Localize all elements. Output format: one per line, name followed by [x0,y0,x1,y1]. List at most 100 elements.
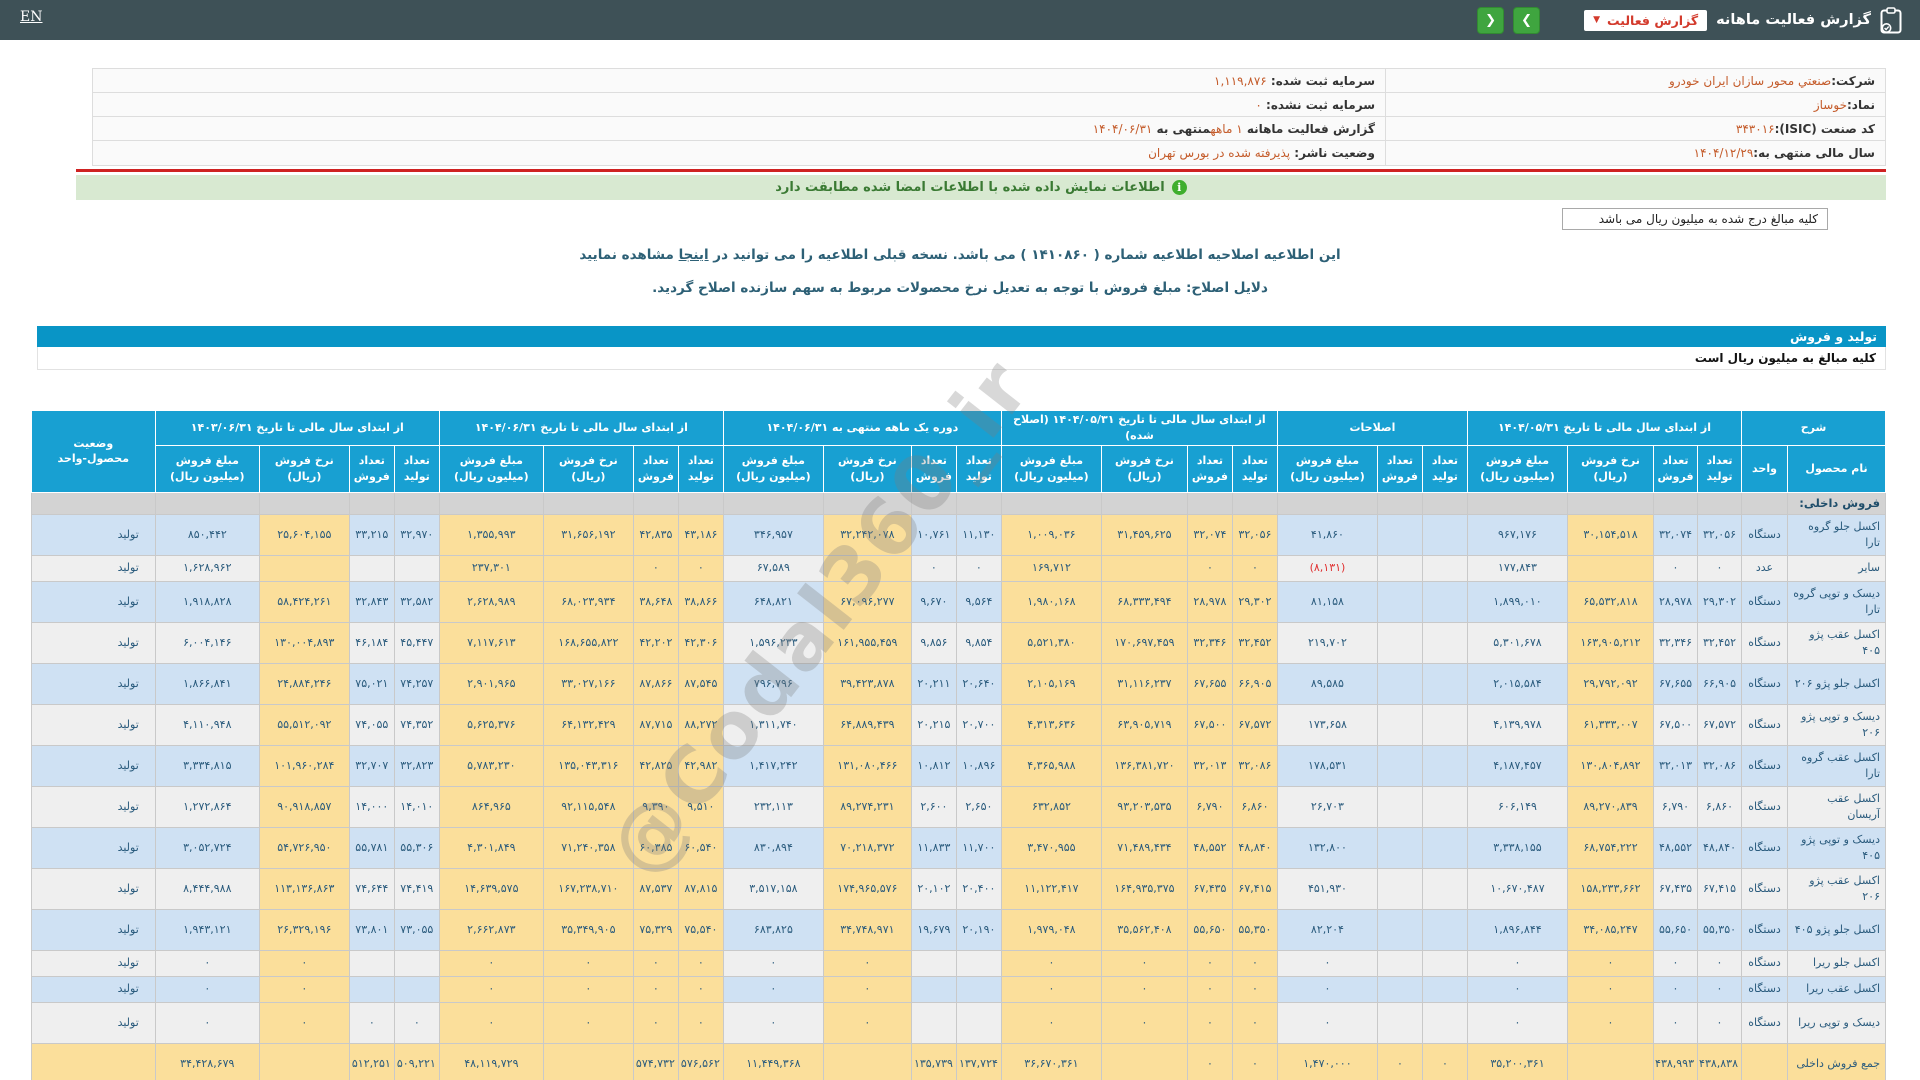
info-row: کد صنعت (ISIC): ۳۴۳۰۱۶ گزارش فعالیت ماهان… [93,117,1885,141]
info-label: گزارش فعالیت ماهانه [1242,121,1375,136]
column-header: تعداد تولید [677,444,724,493]
value-cell: ۸۲,۲۰۴ [1276,909,1378,952]
value-cell: ۰ [632,950,679,978]
unit-cell: دستگاه [1741,976,1788,1004]
value-cell [1376,786,1423,829]
column-header: تعداد فروش [348,444,395,493]
value-cell [1376,827,1423,870]
next-report-button[interactable]: ❯ [1513,6,1541,34]
value-cell: ۶۴۸,۸۲۱ [722,581,824,624]
product-name-cell: اکسل عقب پژو ۲۰۶ [1787,868,1886,911]
value-cell: ۱۳۰,۰۰۴,۸۹۳ [258,622,350,665]
value-cell: ۰ [910,555,957,583]
english-language-link[interactable]: EN [20,9,42,25]
status-cell: تولید [30,786,156,829]
value-cell: ۳۲,۳۴۶ [1186,622,1233,665]
value-cell: ۶۷,۵۷۲ [1697,704,1742,747]
report-select-label: گزارش فعالیت [1607,12,1699,28]
amendment-line1-text: این اطلاعیه اصلاحیه اطلاعیه شماره ( ۱۴۱۰… [708,247,1341,263]
table-cell [1421,491,1468,516]
column-header: تعداد تولید [1697,444,1742,493]
value-cell: ۱,۳۵۵,۹۹۳ [438,514,544,557]
info-label: نماد: [1846,97,1875,112]
value-cell: ۰ [1466,976,1569,1004]
value-cell: ۵۴,۷۲۶,۹۵۰ [258,827,350,870]
info-cell: وضعیت ناشر: پذیرفته شده در بورس تهران [93,146,1385,160]
value-cell: ۶,۸۶۰ [1231,786,1278,829]
value-cell: ۰ [1466,1002,1569,1045]
product-name-cell: اکسل جلو گروه تارا [1787,514,1886,557]
value-cell: ۶۵,۵۳۲,۸۱۸ [1567,581,1654,624]
value-cell: ۶,۰۰۴,۱۴۶ [154,622,260,665]
value-cell: ۱,۲۷۲,۸۶۴ [154,786,260,829]
value-cell: ۰ [438,950,544,978]
value-cell: ۶۸۳,۸۲۵ [722,909,824,952]
value-cell: ۳۲,۰۱۳ [1186,745,1233,788]
value-cell: ۰ [1466,950,1569,978]
table-row: دیسک و توپی پژو ۲۰۶ دستگاه ۶۷,۵۷۲ ۶۷,۵۰۰ ۶۱,… [30,704,1886,747]
column-header: تعداد فروش [632,444,679,493]
value-cell: ۸۷,۸۶۶ [632,663,679,706]
value-cell: ۱۱,۸۳۳ [910,827,957,870]
value-cell: ۴۵۱,۹۳۰ [1276,868,1378,911]
info-value: ۱۴۰۴/۰۶/۳۱ [1092,121,1153,136]
value-cell: ۰ [1000,1002,1102,1045]
value-cell [348,950,395,978]
value-cell: ۰ [1231,950,1278,978]
value-cell: ۴۳۸,۸۳۸ [1697,1043,1742,1080]
value-cell: ۳۲,۴۵۲ [1231,622,1278,665]
value-cell: ۱,۴۱۷,۲۴۲ [722,745,824,788]
value-cell: ۱۱,۷۰۰ [955,827,1002,870]
column-header: تعداد فروش [910,444,957,493]
info-value: ۱ ماهه [1210,121,1243,136]
value-cell: ۲۶,۷۰۳ [1276,786,1378,829]
value-cell: ۴۸,۵۵۲ [1186,827,1233,870]
value-cell: ۴۲,۳۰۶ [677,622,724,665]
value-cell [1376,704,1423,747]
value-cell: ۳۶,۶۷۰,۳۶۱ [1000,1043,1102,1080]
value-cell: ۰ [1186,1002,1233,1045]
value-cell [258,555,350,583]
column-header: تعداد تولید [1231,444,1278,493]
unit-cell: عدد [1741,555,1788,583]
column-header: نام محصول [1787,444,1886,493]
value-cell [1376,745,1423,788]
value-cell [1421,909,1468,952]
value-cell: ۱۱,۱۳۰ [955,514,1002,557]
value-cell [910,950,957,978]
product-name-cell: سایر [1787,555,1886,583]
value-cell: ۳,۳۳۴,۸۱۵ [154,745,260,788]
value-cell: ۰ [1653,976,1698,1004]
value-cell: ۶۸,۷۵۴,۲۲۲ [1567,827,1654,870]
value-cell: ۱۳۷,۷۲۴ [955,1043,1002,1080]
value-cell [1421,514,1468,557]
column-header: مبلغ فروش (میلیون ریال) [1276,444,1378,493]
report-type-select[interactable]: گزارش فعالیت ▼ [1584,9,1708,31]
value-cell: ۰ [1100,1002,1188,1045]
column-header: تعداد فروش [1653,444,1698,493]
value-cell [1100,1043,1188,1080]
status-cell: تولید [30,663,156,706]
value-cell: ۰ [393,1002,440,1045]
value-cell: ۰ [1231,555,1278,583]
value-cell: ۶۷,۴۱۵ [1231,868,1278,911]
value-cell: ۵۱۲,۲۵۱ [348,1043,395,1080]
value-cell: ۶۸,۰۲۳,۹۳۴ [542,581,634,624]
value-cell: ۰ [258,1002,350,1045]
value-cell: ۶۶,۹۰۵ [1697,663,1742,706]
previous-notice-link[interactable]: اینجا [679,247,709,263]
value-cell [542,1043,634,1080]
value-cell: ۰ [1100,950,1188,978]
value-cell: ۱,۹۴۳,۱۲۱ [154,909,260,952]
product-name-cell: اکسل جلو ریرا [1787,950,1886,978]
previous-report-button[interactable]: ❮ [1477,6,1505,34]
value-cell: ۲۴,۸۸۴,۲۴۶ [258,663,350,706]
table-row: دیسک و توپی گروه تارا دستگاه ۲۹,۳۰۲ ۲۸,۹۷۸ ۶… [30,581,1886,624]
table-cell [348,491,395,516]
column-header: نرخ فروش (ریال) [258,444,350,493]
column-header: مبلغ فروش (میلیون ریال) [438,444,544,493]
status-cell: تولید [30,909,156,952]
value-cell: ۲,۶۲۸,۹۸۹ [438,581,544,624]
value-cell: ۸۳۰,۸۹۴ [722,827,824,870]
info-value: ۱,۱۱۹,۸۷۶ [1214,73,1267,88]
